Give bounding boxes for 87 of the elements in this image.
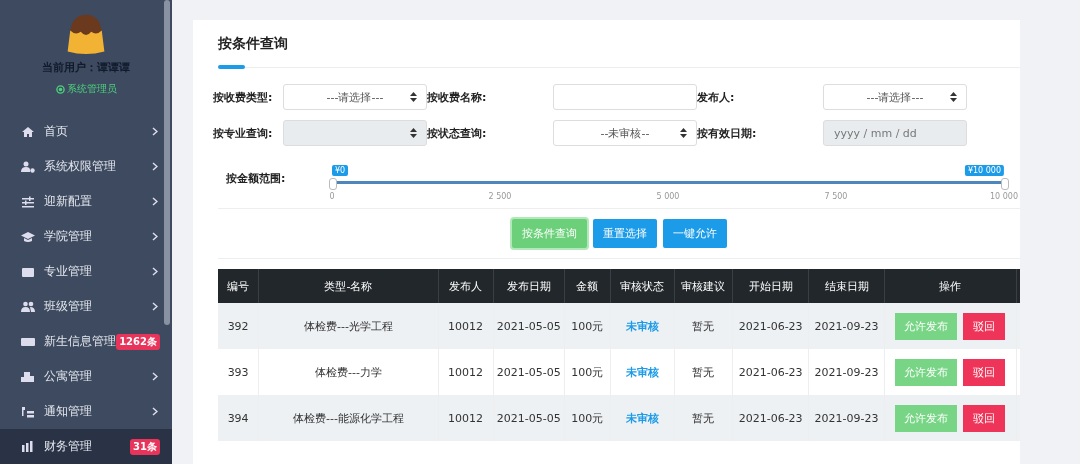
chevron-right-icon [152, 372, 158, 381]
chevron-right-icon [152, 197, 158, 206]
filter-label: 按金额范围: [226, 171, 287, 186]
table-cell: 2021-09-23 [808, 395, 885, 441]
menu-item[interactable]: 班级管理 [0, 289, 172, 324]
column-header: 类型-名称 [258, 269, 439, 303]
tick-label: 0 [329, 192, 335, 201]
sort-caret-icon [410, 92, 417, 102]
tick-label: 10 000 [990, 192, 1018, 201]
table-cell: 100元 [564, 395, 611, 441]
column-header: 金额 [564, 269, 611, 303]
filter-label: 发布人: [697, 89, 736, 105]
reject-button[interactable]: 驳回 [963, 358, 1006, 386]
sort-caret-icon [950, 92, 957, 102]
user-gear-icon [21, 160, 35, 173]
column-header: 开始日期 [732, 269, 809, 303]
table-cell: 暂无 [674, 303, 733, 349]
value-tag: ¥10 000 [964, 165, 1004, 176]
table-cell: 2021-06-23 [732, 303, 809, 349]
column-header: 操作 [884, 269, 1017, 303]
count-badge: 31条 [130, 438, 160, 455]
table-cell: 未审核 [610, 303, 675, 349]
table-cell: 未审核 [610, 395, 675, 441]
column-header: 结束日期 [808, 269, 885, 303]
chevron-right-icon [152, 232, 158, 241]
menu-item[interactable]: 专业管理 [0, 254, 172, 289]
menu-item[interactable]: 首页 [0, 114, 172, 149]
filter-label: 按专业查询: [213, 125, 274, 141]
table-cell: 10012 [438, 303, 494, 349]
filter-label: 按有效日期: [697, 125, 758, 141]
chevron-right-icon [152, 267, 158, 276]
user-role: 系统管理员 [66, 82, 117, 96]
filter-label: 按收费类型: [213, 89, 274, 105]
scrollbar[interactable] [164, 0, 170, 325]
table-cell: 10012 [438, 395, 494, 441]
table-cell: 2021-05-05 [493, 395, 565, 441]
table-cell: 体检费---光学工程 [258, 303, 439, 349]
reject-button[interactable]: 驳回 [963, 404, 1006, 432]
column-header: 审核状态 [610, 269, 675, 303]
slider-handle[interactable] [329, 178, 337, 190]
table-cell: 2021-05-05 [493, 303, 565, 349]
building-icon [21, 370, 35, 383]
chevron-right-icon [152, 407, 158, 416]
menu-item[interactable]: 新生信息管理 1262条 [0, 324, 172, 359]
table-cell: 暂无 [674, 395, 733, 441]
sliders-icon [21, 195, 35, 208]
table-cell: 体检费---能源化学工程 [258, 395, 439, 441]
chevron-right-icon [152, 302, 158, 311]
cap-icon [21, 230, 35, 243]
column-header: 发布日期 [493, 269, 565, 303]
menu-item[interactable]: 财务管理 31条 [0, 429, 172, 464]
circle-dot-icon [55, 84, 65, 94]
menu-item[interactable]: 学院管理 [0, 219, 172, 254]
home-icon [21, 125, 35, 138]
filter-label: 按状态查询: [427, 125, 488, 141]
table-cell: 394 [218, 395, 259, 441]
table-cell: 2021-09-23 [808, 303, 885, 349]
value-tag: ¥0 [332, 165, 349, 176]
select-field[interactable]: --未审核-- [553, 120, 697, 146]
bars-icon [21, 440, 35, 453]
sort-caret-icon [680, 128, 687, 138]
tick-label: 2 500 [488, 192, 512, 201]
table-cell: 2021-06-23 [732, 395, 809, 441]
people-icon [21, 300, 35, 313]
text-field[interactable] [553, 84, 697, 110]
table-cell: 100元 [564, 303, 611, 349]
menu-item[interactable]: 通知管理 [0, 394, 172, 429]
range-slider-track[interactable] [335, 181, 1001, 184]
table-cell: 392 [218, 303, 259, 349]
chevron-right-icon [152, 162, 158, 171]
menu-item[interactable]: 系统权限管理 [0, 149, 172, 184]
menu-item[interactable]: 公寓管理 [0, 359, 172, 394]
section-tab[interactable]: 按条件查询 [218, 30, 288, 67]
column-header: 发布人 [438, 269, 494, 303]
column-header: 审核建议 [674, 269, 733, 303]
filter-label: 按收费名称: [427, 89, 488, 105]
select-field[interactable]: ---请选择--- [823, 84, 967, 110]
column-header: 编号 [218, 269, 259, 303]
reject-button[interactable]: 驳回 [963, 312, 1006, 340]
sort-caret-icon [410, 128, 417, 138]
slider-handle[interactable] [1001, 178, 1009, 190]
count-badge: 1262条 [116, 333, 160, 350]
tick-label: 5 000 [656, 192, 680, 201]
chevron-right-icon [152, 127, 158, 136]
menu-item[interactable]: 迎新配置 [0, 184, 172, 219]
tick-label: 7 500 [824, 192, 848, 201]
select-field[interactable]: ---请选择--- [283, 84, 427, 110]
